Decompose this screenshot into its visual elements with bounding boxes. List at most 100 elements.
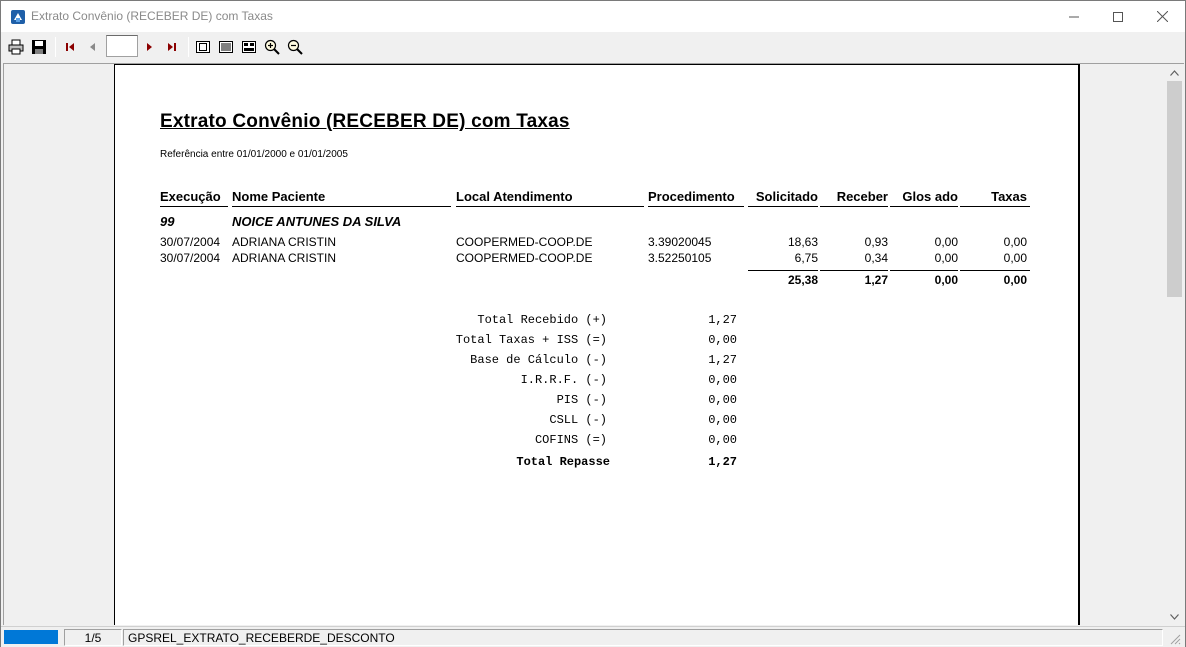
resize-grip-icon[interactable] — [1169, 633, 1181, 645]
full-page-icon — [219, 41, 233, 53]
header-underline — [648, 206, 744, 207]
print-button[interactable] — [6, 37, 26, 57]
toolbar — [1, 32, 1185, 62]
next-page-icon — [147, 43, 152, 51]
cell-procedimento: 3.39020045 — [648, 235, 712, 249]
cell-procedimento: 3.52250105 — [648, 251, 712, 265]
cell-local-atendimento: COOPERMED-COOP.DE — [456, 251, 593, 265]
zoom-out-icon — [287, 39, 303, 55]
save-button[interactable] — [29, 37, 49, 57]
prev-page-button[interactable] — [83, 37, 103, 57]
vertical-scrollbar[interactable] — [1166, 64, 1183, 625]
first-page-button[interactable] — [60, 37, 80, 57]
page-width-button[interactable] — [193, 37, 213, 57]
totals-line — [890, 270, 958, 271]
zoom-in-button[interactable] — [262, 37, 282, 57]
zoom-in-icon — [264, 39, 280, 55]
first-page-icon — [66, 43, 74, 51]
summary-label: I.R.R.F. (-) — [520, 373, 607, 387]
report-preview-window: Extrato Convênio (RECEBER DE) com Taxas — [0, 0, 1186, 647]
print-icon — [8, 39, 24, 55]
group-name: NOICE ANTUNES DA SILVA — [232, 214, 402, 229]
report-subtitle: Referência entre 01/01/2000 e 01/01/2005 — [160, 149, 348, 160]
close-button[interactable] — [1139, 1, 1185, 32]
toolbar-separator — [188, 37, 189, 57]
chevron-down-icon — [1170, 613, 1179, 620]
multi-page-button[interactable] — [239, 37, 259, 57]
progress-bar — [4, 630, 58, 644]
totals-line — [748, 270, 818, 271]
summary-value: 0,00 — [708, 393, 737, 407]
group-code: 99 — [160, 214, 175, 229]
report-page: Extrato Convênio (RECEBER DE) com Taxas … — [114, 64, 1078, 625]
summary-label: Total Recebido (+) — [477, 313, 607, 327]
totals-line — [960, 270, 1030, 271]
column-header-nome-paciente: Nome Paciente — [232, 189, 326, 204]
minimize-icon — [1069, 16, 1079, 17]
summary-value: 0,00 — [708, 373, 737, 387]
summary-label: Base de Cálculo (-) — [470, 353, 607, 367]
minimize-button[interactable] — [1051, 1, 1097, 32]
summary-value: 0,00 — [708, 413, 737, 427]
toolbar-separator — [55, 37, 56, 57]
header-underline — [890, 206, 958, 207]
last-page-button[interactable] — [162, 37, 182, 57]
cell-receber: 0,34 — [864, 251, 888, 265]
cell-taxas: 0,00 — [1003, 251, 1027, 265]
summary-value: 1,27 — [708, 313, 737, 327]
window-title: Extrato Convênio (RECEBER DE) com Taxas — [31, 9, 273, 23]
header-underline — [960, 206, 1030, 207]
summary-value: 0,00 — [708, 333, 737, 347]
cell-taxas: 0,00 — [1003, 235, 1027, 249]
column-header-procedimento: Procedimento — [648, 189, 735, 204]
header-underline — [748, 206, 818, 207]
status-bar: 1/5 GPSREL_EXTRATO_RECEBERDE_DESCONTO — [1, 626, 1185, 647]
total-receber: 1,27 — [864, 273, 888, 287]
cell-execucao: 30/07/2004 — [160, 235, 221, 249]
column-header-solicitado: Solicitado — [755, 189, 818, 204]
cell-nome-paciente: ADRIANA CRISTIN — [232, 235, 337, 249]
full-page-button[interactable] — [216, 37, 236, 57]
cell-glosado: 0,00 — [934, 251, 958, 265]
multi-page-icon — [242, 41, 256, 53]
total-taxas: 0,00 — [1003, 273, 1027, 287]
cell-local-atendimento: COOPERMED-COOP.DE — [456, 235, 593, 249]
column-header-execucao: Execução — [160, 189, 221, 204]
maximize-icon — [1113, 11, 1123, 22]
summary-label: CSLL (-) — [549, 413, 607, 427]
maximize-button[interactable] — [1095, 1, 1141, 32]
total-repasse-value: 1,27 — [708, 455, 737, 469]
close-icon — [1156, 11, 1168, 22]
page-number-input[interactable] — [106, 35, 138, 57]
chevron-up-icon — [1170, 69, 1179, 76]
scroll-thumb[interactable] — [1167, 81, 1182, 297]
save-icon — [32, 40, 46, 54]
prev-page-icon — [90, 43, 95, 51]
column-header-local-atendimento: Local Atendimento — [456, 189, 573, 204]
app-icon — [11, 10, 25, 24]
page-width-icon — [196, 41, 210, 53]
title-bar[interactable]: Extrato Convênio (RECEBER DE) com Taxas — [1, 1, 1185, 32]
header-underline — [232, 206, 451, 207]
next-page-button[interactable] — [139, 37, 159, 57]
preview-area[interactable]: Extrato Convênio (RECEBER DE) com Taxas … — [3, 63, 1184, 625]
totals-line — [820, 270, 888, 271]
scroll-up-button[interactable] — [1166, 64, 1183, 81]
zoom-out-button[interactable] — [285, 37, 305, 57]
summary-value: 1,27 — [708, 353, 737, 367]
summary-label: PIS (-) — [556, 393, 607, 407]
scroll-down-button[interactable] — [1166, 608, 1183, 625]
page-shadow — [1078, 64, 1080, 625]
report-name: GPSREL_EXTRATO_RECEBERDE_DESCONTO — [123, 629, 1163, 646]
summary-label: Total Taxas + ISS (=) — [455, 333, 607, 347]
header-underline — [160, 206, 228, 207]
column-header-taxas: Taxas — [991, 189, 1027, 204]
cell-execucao: 30/07/2004 — [160, 251, 221, 265]
cell-solicitado: 6,75 — [794, 251, 818, 265]
total-repasse-label: Total Repasse — [516, 455, 610, 469]
total-glosado: 0,00 — [934, 273, 958, 287]
last-page-icon — [168, 43, 176, 51]
page-indicator: 1/5 — [64, 629, 122, 646]
summary-label: COFINS (=) — [534, 433, 607, 447]
column-header-receber: Receber — [836, 189, 888, 204]
